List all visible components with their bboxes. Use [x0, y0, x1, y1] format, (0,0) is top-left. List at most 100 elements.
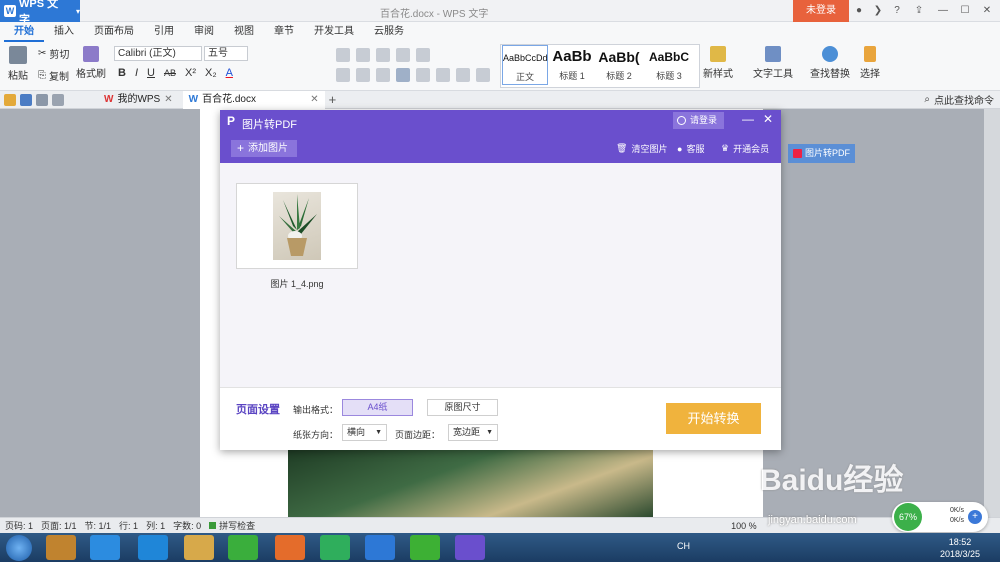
format-original-option[interactable]: 原图尺寸 [427, 399, 498, 416]
settings-icon[interactable]: ❯ [871, 4, 885, 18]
justify-icon[interactable] [396, 68, 410, 82]
sort-icon[interactable] [396, 48, 410, 62]
command-search[interactable]: ⌕ 点此查找命令 [924, 92, 994, 107]
tab-references[interactable]: 引用 [144, 22, 184, 42]
find-replace-button[interactable]: 查找替换 [810, 46, 850, 80]
format-a4-option[interactable]: A4纸 [342, 399, 413, 416]
shading-icon[interactable] [456, 68, 470, 82]
align-left-icon[interactable] [336, 68, 350, 82]
wps-logo-icon: W [4, 5, 16, 17]
tab-review[interactable]: 审阅 [184, 22, 224, 42]
wps-taskbar-icon[interactable] [365, 535, 395, 560]
new-style-button[interactable]: 新样式 [703, 46, 733, 80]
minimize-icon[interactable]: — [936, 4, 950, 18]
tab-my-wps[interactable]: W 我的WPS ✕ [98, 91, 179, 109]
tab-document[interactable]: W 百合花.docx ✕ [182, 90, 325, 109]
distribute-icon[interactable] [416, 68, 430, 82]
restore-ribbon-icon[interactable]: ⇪ [912, 4, 926, 18]
subscript-button[interactable]: X₂ [205, 67, 217, 79]
tab-developer[interactable]: 开发工具 [304, 22, 364, 42]
bold-button[interactable]: B [118, 67, 126, 79]
cut-button[interactable]: ✂ 剪切 [38, 46, 69, 61]
close-tab-icon[interactable]: ✕ [310, 91, 318, 109]
dialog-close-icon[interactable]: ✕ [763, 112, 773, 126]
image-to-pdf-side-button[interactable]: 图片转PDF [788, 144, 855, 163]
network-speed-widget[interactable]: 67% 0K/s 0K/s + [892, 502, 988, 532]
undo-icon[interactable] [52, 93, 64, 106]
input-method[interactable]: CH [677, 541, 690, 551]
ie-icon[interactable] [138, 535, 168, 560]
tab-start[interactable]: 开始 [4, 22, 44, 42]
font-color-button[interactable]: A [226, 67, 233, 79]
start-button[interactable] [6, 535, 32, 561]
pdf-icon [793, 149, 802, 158]
align-right-icon[interactable] [376, 68, 390, 82]
spell-check-toggle[interactable]: 拼写检查 [209, 519, 255, 532]
maximize-icon[interactable]: ☐ [958, 4, 972, 18]
folder-icon[interactable] [184, 535, 214, 560]
tab-cloud[interactable]: 云服务 [364, 22, 414, 42]
align-center-icon[interactable] [356, 68, 370, 82]
paste-button[interactable]: 粘贴 [8, 46, 28, 82]
margin-select[interactable]: 宽边距 ▼ [448, 424, 498, 441]
taskbar-app-icon[interactable] [46, 535, 76, 560]
italic-button[interactable]: I [135, 67, 138, 79]
add-image-label: 添加图片 [248, 143, 289, 154]
system-clock[interactable]: 18:52 2018/3/25 [940, 536, 980, 560]
pdf-converter-taskbar-icon[interactable] [455, 535, 485, 560]
font-size-select[interactable]: 五号 [204, 46, 248, 61]
underline-button[interactable]: U [147, 67, 155, 79]
help-icon[interactable]: ? [890, 4, 904, 18]
border-icon[interactable] [476, 68, 490, 82]
strikethrough-button[interactable]: AB [164, 68, 176, 78]
line-spacing-icon[interactable] [436, 68, 450, 82]
dialog-login-button[interactable]: 请登录 [673, 112, 724, 129]
select-button[interactable]: 选择 [860, 46, 880, 80]
image-thumbnail[interactable] [236, 183, 358, 269]
zoom-level[interactable]: 100 % [731, 521, 757, 531]
app-menu-button[interactable]: W WPS 文字 ▾ [0, 0, 80, 26]
video-player-icon[interactable] [320, 535, 350, 560]
style-heading-1[interactable]: AaBb 标题 1 [549, 45, 595, 85]
bullet-list-icon[interactable] [336, 48, 350, 62]
show-marks-icon[interactable] [416, 48, 430, 62]
taskbar-browser-icon[interactable] [90, 535, 120, 560]
new-tab-icon[interactable]: + [329, 92, 337, 107]
open-icon[interactable] [4, 93, 16, 106]
print-icon[interactable] [36, 93, 48, 106]
customer-service-button[interactable]: ● 客服 [677, 142, 704, 155]
document-image[interactable] [288, 447, 653, 517]
login-button[interactable]: 未登录 [793, 0, 849, 22]
refresh-app-icon[interactable] [228, 535, 258, 560]
skin-icon[interactable]: ● [852, 4, 866, 18]
vip-button[interactable]: ♛ 开通会员 [721, 142, 769, 155]
tab-insert[interactable]: 插入 [44, 22, 84, 42]
font-select[interactable]: Calibri (正文) [114, 46, 202, 61]
text-tools-label: 文字工具 [753, 69, 793, 80]
vertical-scrollbar[interactable] [984, 109, 1000, 517]
superscript-button[interactable]: X² [185, 67, 196, 79]
tab-view[interactable]: 视图 [224, 22, 264, 42]
start-convert-button[interactable]: 开始转换 [666, 403, 761, 434]
dialog-minimize-icon[interactable]: — [742, 112, 754, 126]
orientation-select[interactable]: 横向 ▼ [342, 424, 387, 441]
indent-icon[interactable] [376, 48, 390, 62]
style-heading-3[interactable]: AaBbC 标题 3 [643, 45, 695, 85]
format-painter-button[interactable]: 格式刷 [76, 46, 106, 80]
style-normal[interactable]: AaBbCcDd 正文 [502, 45, 548, 85]
style-heading-2[interactable]: AaBb( 标题 2 [596, 45, 642, 85]
close-icon[interactable]: ✕ [980, 4, 994, 18]
add-image-button[interactable]: + 添加图片 [231, 140, 297, 157]
close-tab-icon[interactable]: ✕ [164, 91, 172, 109]
numbered-list-icon[interactable] [356, 48, 370, 62]
tab-page-layout[interactable]: 页面布局 [84, 22, 144, 42]
text-tools-button[interactable]: 文字工具 [753, 46, 793, 80]
document-tabs: W 我的WPS ✕ W 百合花.docx ✕ + ⌕ 点此查找命令 [0, 90, 1000, 109]
wechat-icon[interactable] [410, 535, 440, 560]
tab-chapter[interactable]: 章节 [264, 22, 304, 42]
clear-images-button[interactable]: 🗑 清空图片 [616, 142, 667, 155]
copy-button[interactable]: ⎘ 复制 [38, 68, 69, 83]
save-icon[interactable] [20, 93, 32, 106]
pdf-app-icon[interactable] [275, 535, 305, 560]
plus-icon[interactable]: + [968, 510, 982, 524]
